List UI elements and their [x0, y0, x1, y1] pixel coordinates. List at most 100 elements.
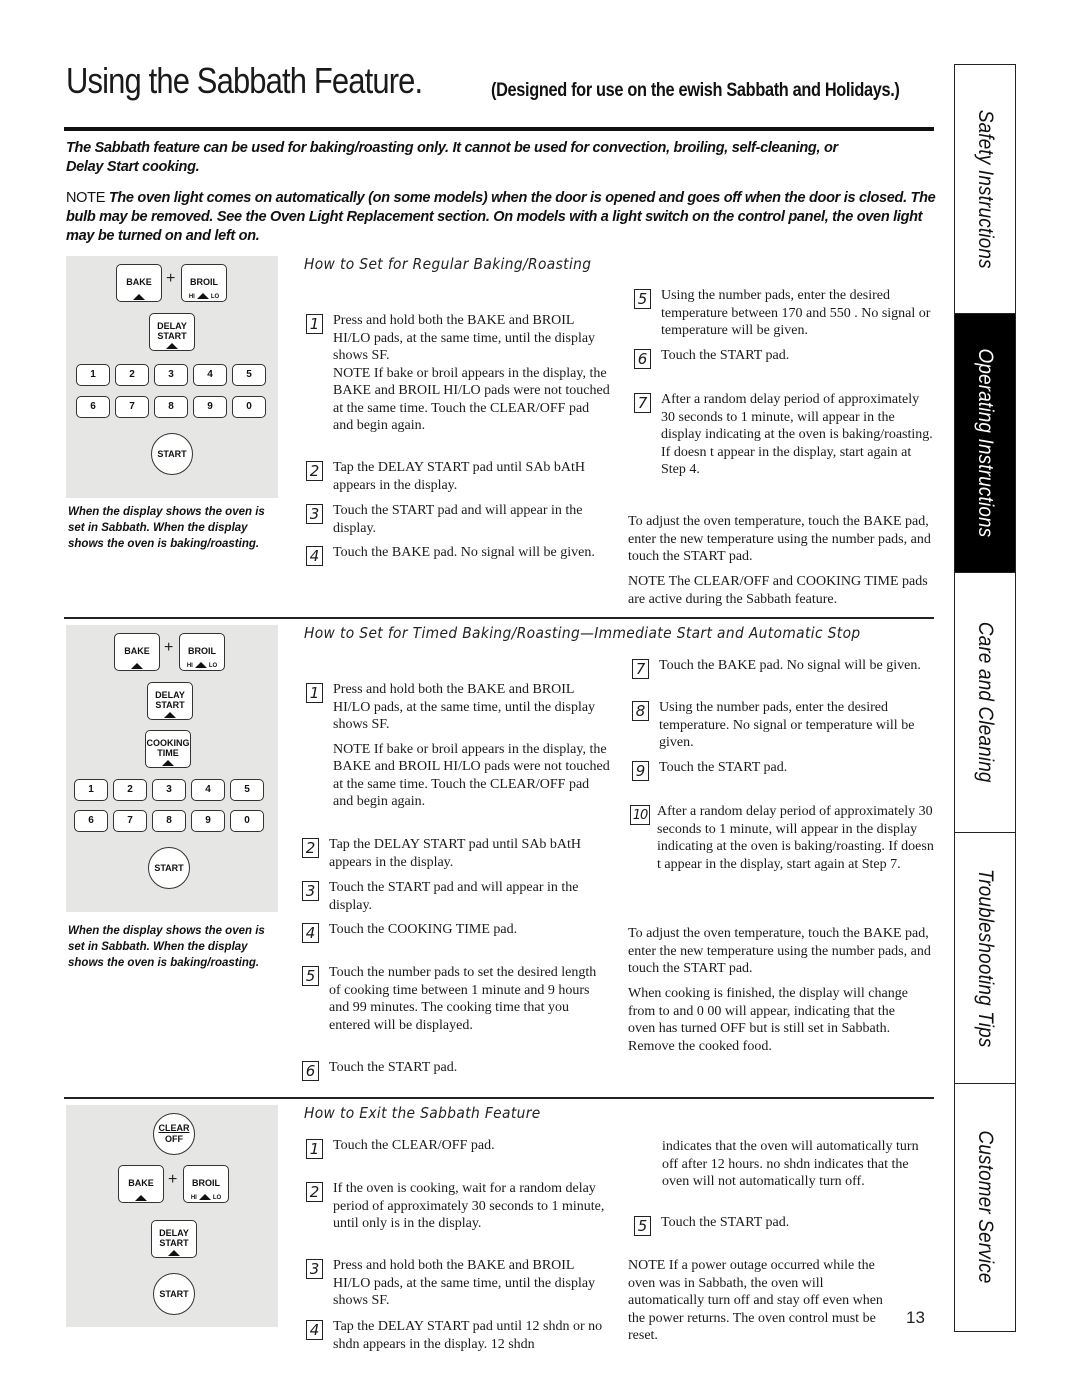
delay-start-pad[interactable]: DELAY START: [151, 1220, 197, 1258]
regular-step-6: 6 Touch the START pad.: [634, 347, 934, 369]
hi-lo-indicator: HI LO: [190, 1194, 222, 1201]
number-pad-7[interactable]: 7: [113, 810, 147, 832]
number-pad-0[interactable]: 0: [232, 396, 266, 418]
number-pad-8[interactable]: 8: [152, 810, 186, 832]
side-tab-nav: Safety Instructions Operating Instructio…: [954, 64, 1016, 1332]
delay-start-pad[interactable]: DELAY START: [147, 682, 193, 720]
tab-care-and-cleaning[interactable]: Care and Cleaning: [955, 573, 1015, 833]
number-pad-1[interactable]: 1: [76, 364, 110, 386]
regular-step-3: 3 Touch the START pad and will appear in …: [306, 502, 611, 537]
page-title: Using the Sabbath Feature. (Designed for…: [66, 60, 946, 102]
section-heading-regular: How to Set for Regular Baking/Roasting: [304, 255, 592, 273]
control-panel-timed: BAKE + BROIL HI LO DELAY START COOKING TIME …: [66, 625, 278, 912]
cooking-time-pad[interactable]: COOKING TIME: [145, 730, 191, 768]
number-pad-0[interactable]: 0: [230, 810, 264, 832]
section-heading-timed: How to Set for Timed Baking/Roasting—Imm…: [304, 624, 861, 642]
regular-note: NOTE The CLEAR/OFF and COOKING TIME pads…: [628, 574, 928, 607]
indicator-icon: [133, 294, 145, 300]
number-pad-3[interactable]: 3: [152, 779, 186, 801]
number-pad-2[interactable]: 2: [113, 779, 147, 801]
timed-step-6: 6 Touch the START pad.: [302, 1059, 607, 1081]
exit-note: NOTE If a power outage occurred while th…: [628, 1258, 883, 1343]
number-pad-7[interactable]: 7: [115, 396, 149, 418]
regular-step-4: 4 Touch the BAKE pad. No signal will be g…: [306, 544, 611, 566]
regular-step-5: 5 Using the number pads, enter the desire…: [634, 287, 934, 340]
exit-step-2: 2 If the oven is cooking, wait for a rand…: [306, 1180, 611, 1233]
timed-step-9: 9 Touch the START pad.: [632, 759, 934, 781]
number-pad-6[interactable]: 6: [74, 810, 108, 832]
regular-step-1: 1 Press and hold both the BAKE and BROIL …: [306, 312, 611, 435]
clear-off-pad[interactable]: CLEAR OFF: [153, 1113, 195, 1155]
regular-step-2: 2 Tap the DELAY START pad until SAb bAtH …: [306, 459, 611, 494]
section-divider: [64, 1097, 934, 1099]
timed-adjust-text: To adjust the oven temperature, touch th…: [628, 926, 931, 976]
timed-finished-text: When cooking is finished, the display wi…: [628, 986, 908, 1054]
exit-step-4-continued: indicates that the oven will automatical…: [662, 1139, 919, 1189]
exit-step-4: 4 Tap the DELAY START pad until 12 shdn o…: [306, 1318, 611, 1353]
regular-step-7: 7 After a random delay period of approxim…: [634, 391, 934, 479]
tab-customer-service[interactable]: Customer Service: [955, 1084, 1015, 1331]
tab-operating-instructions[interactable]: Operating Instructions: [955, 314, 1015, 573]
number-pad-6[interactable]: 6: [76, 396, 110, 418]
title-subtitle: (Designed for use on the ewish Sabbath a…: [491, 80, 900, 101]
bake-pad[interactable]: BAKE: [114, 633, 160, 671]
step-note: NOTE If bake or broil appears in the dis…: [333, 365, 610, 434]
exit-step-3: 3 Press and hold both the BAKE and BROIL …: [306, 1257, 611, 1310]
hi-lo-indicator: HI LO: [186, 662, 218, 669]
number-pad-1[interactable]: 1: [74, 779, 108, 801]
plus-sign: +: [168, 1171, 178, 1188]
indicator-icon: [131, 663, 143, 669]
plus-sign: +: [164, 639, 174, 656]
bake-label: BAKE: [124, 646, 150, 656]
exit-step-1: 1 Touch the CLEAR/OFF pad.: [306, 1137, 611, 1159]
number-pad-5[interactable]: 5: [232, 364, 266, 386]
control-panel-exit: CLEAR OFF BAKE + BROIL HI LO DELAY START STA…: [66, 1105, 278, 1327]
plus-sign: +: [166, 270, 176, 287]
number-pad-4[interactable]: 4: [193, 364, 227, 386]
start-pad[interactable]: START: [153, 1273, 195, 1315]
broil-label: BROIL: [190, 277, 218, 287]
broil-label: BROIL: [188, 646, 216, 656]
start-pad[interactable]: START: [151, 433, 193, 475]
title-main: Using the Sabbath Feature.: [66, 60, 423, 101]
note-text: The oven light comes on automatically (o…: [66, 190, 936, 244]
number-pad-3[interactable]: 3: [154, 364, 188, 386]
indicator-icon: [196, 293, 209, 299]
timed-step-1: 1 Press and hold both the BAKE and BROIL …: [306, 681, 611, 811]
broil-pad[interactable]: BROIL HI LO: [181, 264, 227, 302]
start-pad[interactable]: START: [148, 847, 190, 889]
indicator-icon: [168, 1250, 180, 1256]
indicator-icon: [135, 1195, 147, 1201]
bake-label: BAKE: [126, 277, 152, 287]
number-pad-8[interactable]: 8: [154, 396, 188, 418]
note-label: NOTE: [66, 190, 106, 206]
indicator-icon: [166, 343, 178, 349]
number-pad-4[interactable]: 4: [191, 779, 225, 801]
broil-pad[interactable]: BROIL HI LO: [179, 633, 225, 671]
section-heading-exit: How to Exit the Sabbath Feature: [304, 1104, 541, 1122]
section-divider: [64, 617, 934, 619]
bake-label: BAKE: [128, 1178, 154, 1188]
broil-pad[interactable]: BROIL HI LO: [183, 1165, 229, 1203]
timed-step-5: 5 Touch the number pads to set the desire…: [302, 964, 607, 1034]
bake-pad[interactable]: BAKE: [118, 1165, 164, 1203]
regular-adjust-text: To adjust the oven temperature, touch th…: [628, 514, 931, 564]
tab-safety-instructions[interactable]: Safety Instructions: [955, 65, 1015, 314]
indicator-icon: [198, 1194, 211, 1200]
bake-pad[interactable]: BAKE: [116, 264, 162, 302]
panel-caption: When the display shows the oven is set i…: [68, 506, 265, 550]
header-rule: [64, 127, 934, 131]
indicator-icon: [162, 760, 174, 766]
number-pad-5[interactable]: 5: [230, 779, 264, 801]
exit-step-5: 5 Touch the START pad.: [634, 1214, 934, 1236]
number-pad-2[interactable]: 2: [115, 364, 149, 386]
number-pad-9[interactable]: 9: [193, 396, 227, 418]
control-panel-regular: BAKE + BROIL HI LO DELAY START 1 2 3 4 5 6 …: [66, 256, 278, 498]
intro-paragraph: The Sabbath feature can be used for baki…: [66, 140, 838, 175]
broil-label: BROIL: [192, 1178, 220, 1188]
number-pad-9[interactable]: 9: [191, 810, 225, 832]
delay-start-pad[interactable]: DELAY START: [149, 313, 195, 351]
step-note: NOTE If bake or broil appears in the dis…: [333, 741, 610, 810]
tab-troubleshooting-tips[interactable]: Troubleshooting Tips: [955, 833, 1015, 1084]
timed-step-8: 8 Using the number pads, enter the desire…: [632, 699, 934, 752]
